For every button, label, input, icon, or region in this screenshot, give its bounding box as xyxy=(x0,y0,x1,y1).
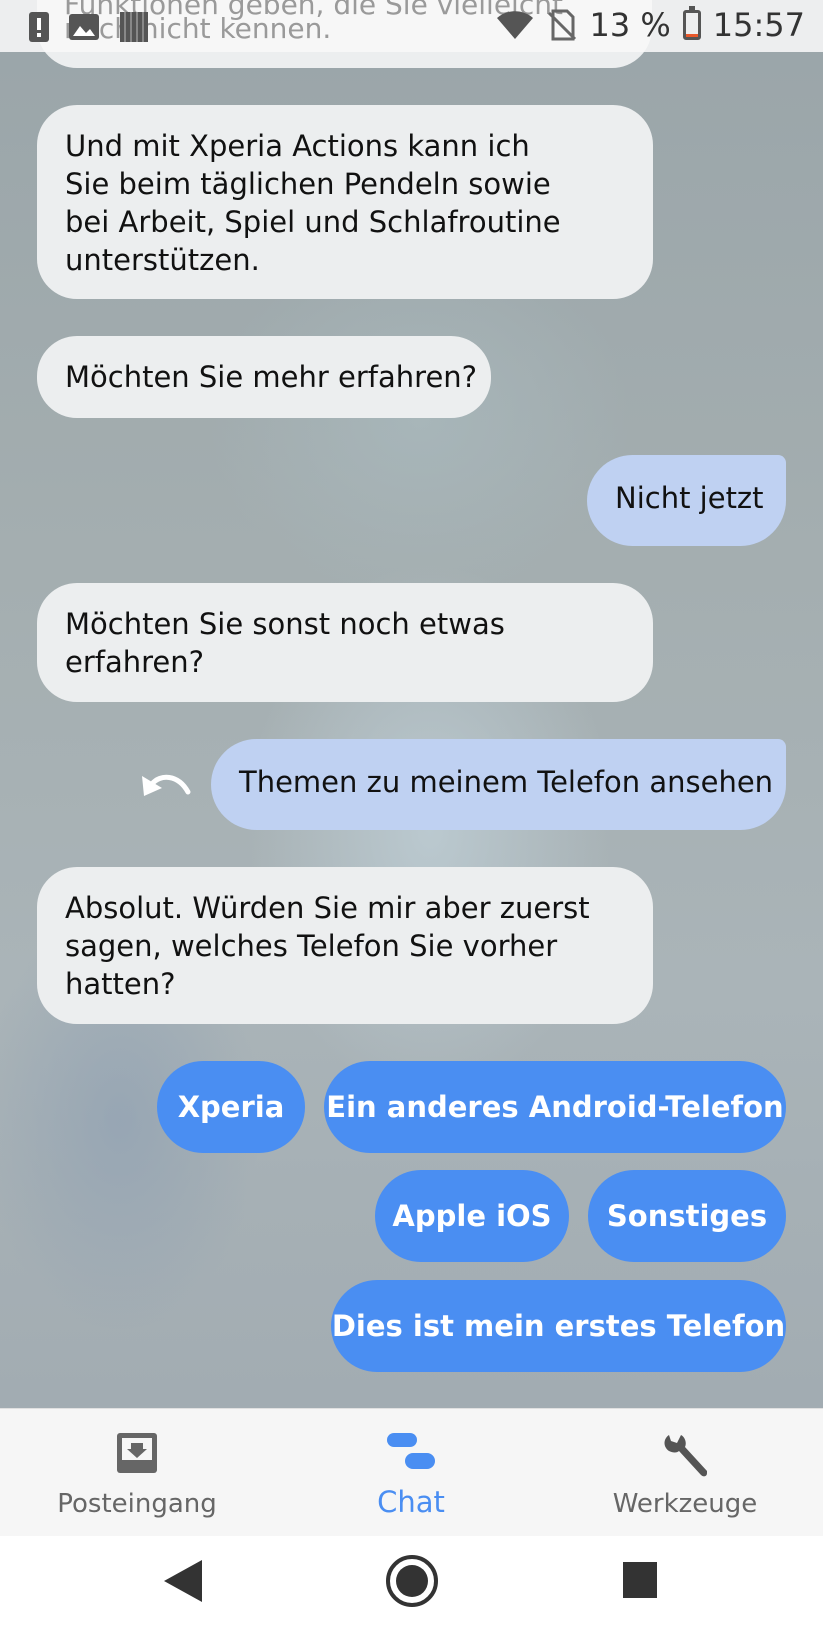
bot-message: Absolut. Würden Sie mir aber zuerst sage… xyxy=(37,867,653,1024)
clock: 15:57 xyxy=(712,6,805,44)
nav-label: Chat xyxy=(377,1485,445,1519)
nav-label: Posteingang xyxy=(57,1489,217,1519)
wifi-icon xyxy=(497,11,534,39)
inbox-icon xyxy=(117,1433,157,1473)
message-line: sagen, welches Telefon Sie vorher xyxy=(65,929,558,963)
battery-level xyxy=(685,33,698,37)
bot-message: Und mit Xperia Actions kann ich Sie beim… xyxy=(37,105,653,299)
message-line: unterstützen. xyxy=(65,243,260,277)
chat-area[interactable]: Und mit Xperia Actions kann ich Sie beim… xyxy=(0,0,823,1408)
message-line: Absolut. Würden Sie mir aber zuerst xyxy=(65,891,590,925)
message-line: Sie beim täglichen Pendeln sowie xyxy=(65,167,551,201)
nav-item-chat[interactable]: Chat xyxy=(274,1409,548,1537)
alert-icon xyxy=(29,12,49,42)
image-icon xyxy=(69,14,99,40)
chat-icon xyxy=(387,1433,435,1469)
battery-percent: 13 % xyxy=(589,6,671,44)
bot-message: Möchten Sie mehr erfahren? xyxy=(37,336,491,418)
system-navigation-bar xyxy=(0,1536,823,1646)
storage-icon xyxy=(120,12,148,42)
user-message: Themen zu meinem Telefon ansehen xyxy=(211,739,786,830)
home-icon[interactable] xyxy=(385,1554,439,1608)
message-line: bei Arbeit, Spiel und Schlafroutine xyxy=(65,205,561,239)
bottom-navigation: Posteingang Chat Werkzeuge xyxy=(0,1408,823,1537)
bot-message: Möchten Sie sonst noch etwas erfahren? xyxy=(37,583,653,702)
user-message: Nicht jetzt xyxy=(587,455,786,546)
message-line: Möchten Sie mehr erfahren? xyxy=(65,360,478,394)
nav-item-tools[interactable]: Werkzeuge xyxy=(548,1409,822,1537)
undo-icon[interactable] xyxy=(138,766,192,806)
quick-reply-xperia[interactable]: Xperia xyxy=(157,1061,305,1153)
message-line: hatten? xyxy=(65,967,176,1001)
quick-reply-first-phone[interactable]: Dies ist mein erstes Telefon xyxy=(331,1280,786,1372)
recents-icon[interactable] xyxy=(622,1561,658,1599)
back-icon[interactable] xyxy=(162,1558,204,1604)
quick-reply-other[interactable]: Sonstiges xyxy=(588,1170,786,1262)
battery-icon xyxy=(682,6,701,40)
quick-reply-apple-ios[interactable]: Apple iOS xyxy=(375,1170,569,1262)
message-line: Möchten Sie sonst noch etwas xyxy=(65,607,505,641)
no-sim-icon xyxy=(548,9,577,41)
nav-item-inbox[interactable]: Posteingang xyxy=(0,1409,274,1537)
message-line: Nicht jetzt xyxy=(615,481,764,515)
nav-label: Werkzeuge xyxy=(612,1489,758,1519)
wrench-icon xyxy=(664,1435,707,1477)
message-line: Und mit Xperia Actions kann ich xyxy=(65,129,530,163)
message-line: erfahren? xyxy=(65,645,205,679)
message-line: Themen zu meinem Telefon ansehen xyxy=(239,765,774,799)
quick-reply-other-android[interactable]: Ein anderes Android-Telefon xyxy=(324,1061,786,1153)
status-bar: Funktionen geben, die Sie vielleicht noc… xyxy=(0,0,823,52)
